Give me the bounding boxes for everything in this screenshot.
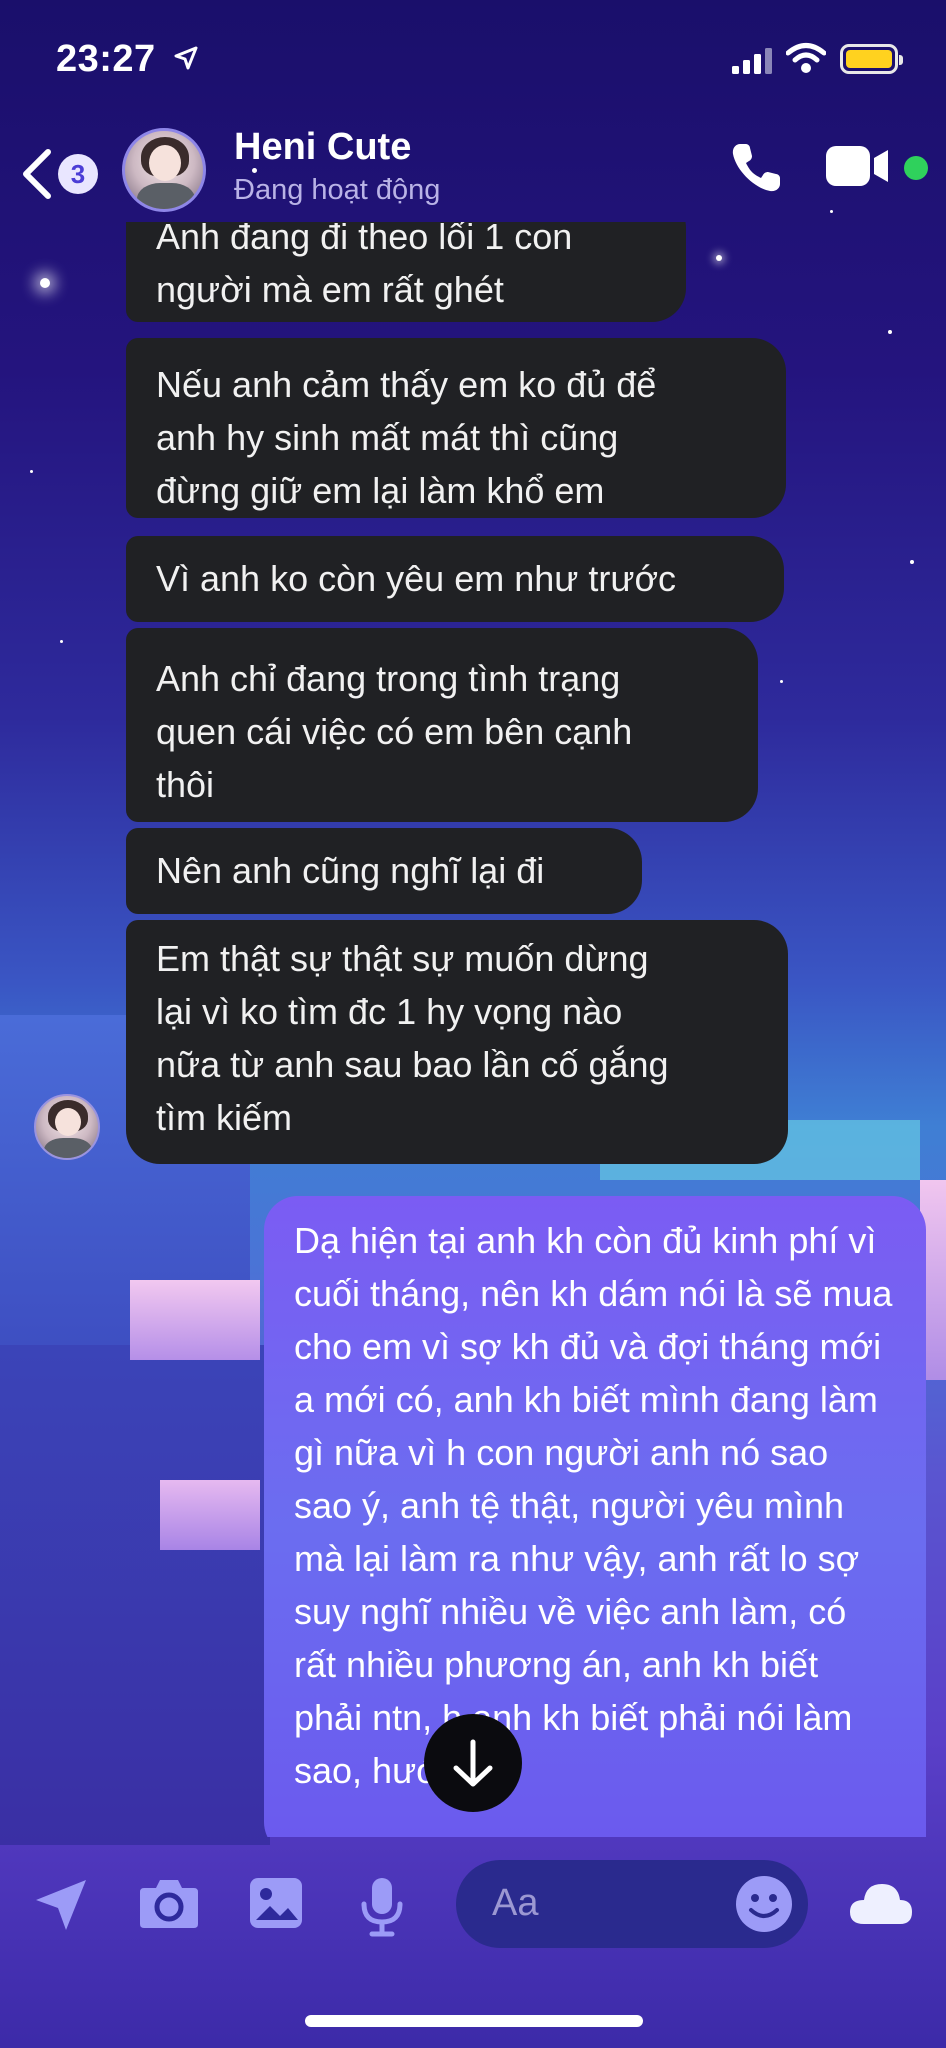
phone-icon[interactable] bbox=[726, 138, 786, 198]
image-icon[interactable] bbox=[248, 1876, 304, 1930]
send-location-icon[interactable] bbox=[32, 1876, 90, 1934]
message-input[interactable]: Aa bbox=[456, 1860, 808, 1948]
location-arrow-icon bbox=[174, 46, 198, 70]
emoji-icon[interactable] bbox=[734, 1874, 794, 1934]
sent-message[interactable]: Dạ hiện tại anh kh còn đủ kinh phí vì cu… bbox=[264, 1196, 926, 1837]
contact-avatar[interactable] bbox=[122, 128, 206, 212]
back-button[interactable]: 3 bbox=[20, 142, 100, 202]
received-message[interactable]: Anh chỉ đang trong tình trạng quen cái v… bbox=[126, 628, 758, 822]
chat-header: 3 Heni Cute Đang hoạt động bbox=[0, 120, 946, 230]
status-time: 23:27 bbox=[56, 38, 156, 80]
contact-status: Đang hoạt động bbox=[234, 174, 441, 206]
contact-name[interactable]: Heni Cute bbox=[234, 126, 411, 169]
received-message[interactable]: Em thật sự thật sự muốn dừng lại vì ko t… bbox=[126, 920, 788, 1164]
message-input-placeholder: Aa bbox=[492, 1882, 539, 1924]
video-icon[interactable] bbox=[826, 144, 892, 188]
wifi-icon bbox=[786, 43, 826, 73]
received-message[interactable]: Vì anh ko còn yêu em như trước bbox=[126, 536, 784, 622]
message-list[interactable]: Anh đang đi theo lối 1 con người mà em r… bbox=[0, 222, 946, 1837]
arrow-down-icon bbox=[453, 1739, 493, 1787]
status-bar: 23:27 bbox=[0, 0, 946, 120]
microphone-icon[interactable] bbox=[360, 1876, 404, 1938]
unread-count-badge: 3 bbox=[58, 154, 98, 194]
battery-icon bbox=[840, 44, 903, 74]
back-chevron-icon bbox=[23, 149, 51, 199]
received-message[interactable]: Anh đang đi theo lối 1 con người mà em r… bbox=[126, 222, 686, 322]
home-indicator bbox=[305, 2015, 643, 2027]
received-message[interactable]: Nếu anh cảm thấy em ko đủ để anh hy sinh… bbox=[126, 338, 786, 518]
sender-avatar[interactable] bbox=[34, 1094, 100, 1160]
scroll-to-bottom-button[interactable] bbox=[424, 1714, 522, 1812]
online-indicator bbox=[904, 156, 928, 180]
cloud-icon[interactable] bbox=[848, 1880, 914, 1928]
composer-bar: Aa bbox=[0, 1840, 946, 1970]
signal-icon bbox=[732, 48, 772, 74]
received-message[interactable]: Nên anh cũng nghĩ lại đi bbox=[126, 828, 642, 914]
camera-icon[interactable] bbox=[138, 1876, 200, 1930]
